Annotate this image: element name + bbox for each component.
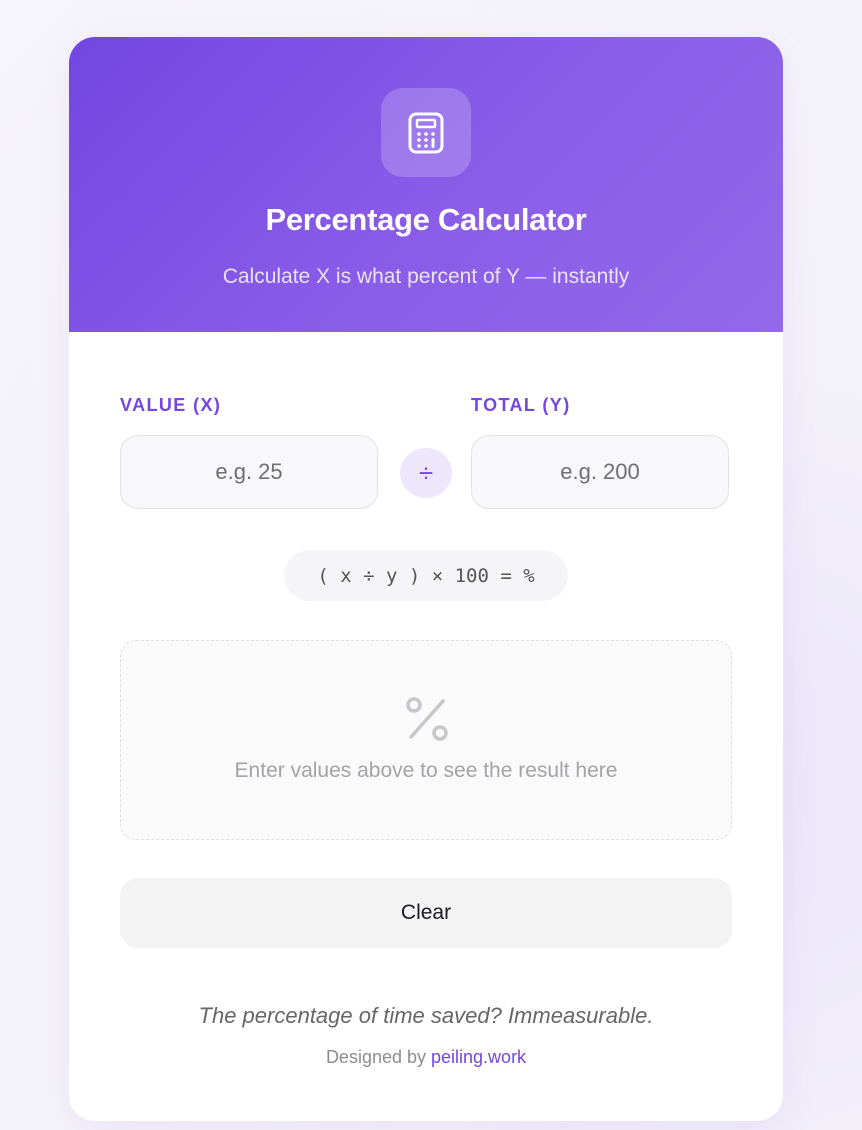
value-label: VALUE (X) <box>120 395 222 415</box>
footer-tagline: The percentage of time saved? Immeasurab… <box>198 1003 654 1028</box>
value-input[interactable] <box>120 435 378 509</box>
page-title: Percentage Calculator <box>265 202 587 237</box>
total-label: TOTAL (Y) <box>471 395 571 415</box>
credit-link[interactable]: peiling.work <box>431 1047 526 1067</box>
clear-button[interactable]: Clear <box>120 878 732 948</box>
result-empty-message: Enter values above to see the result her… <box>234 759 618 782</box>
result-panel: Enter values above to see the result her… <box>120 640 732 840</box>
card-header: Percentage Calculator Calculate X is wha… <box>69 37 783 332</box>
divide-icon: ÷ <box>400 448 452 498</box>
formula-badge: ( x ÷ y ) × 100 = % <box>284 550 568 601</box>
total-input[interactable] <box>471 435 729 509</box>
calculator-card: Percentage Calculator Calculate X is wha… <box>69 37 783 1121</box>
page-subtitle: Calculate X is what percent of Y — insta… <box>222 265 630 288</box>
percent-icon <box>406 697 448 741</box>
footer-credit: Designed by peiling.work <box>69 1047 783 1068</box>
credit-prefix: Designed by <box>325 1047 432 1067</box>
calculator-icon <box>408 112 444 153</box>
logo-badge <box>381 88 471 177</box>
